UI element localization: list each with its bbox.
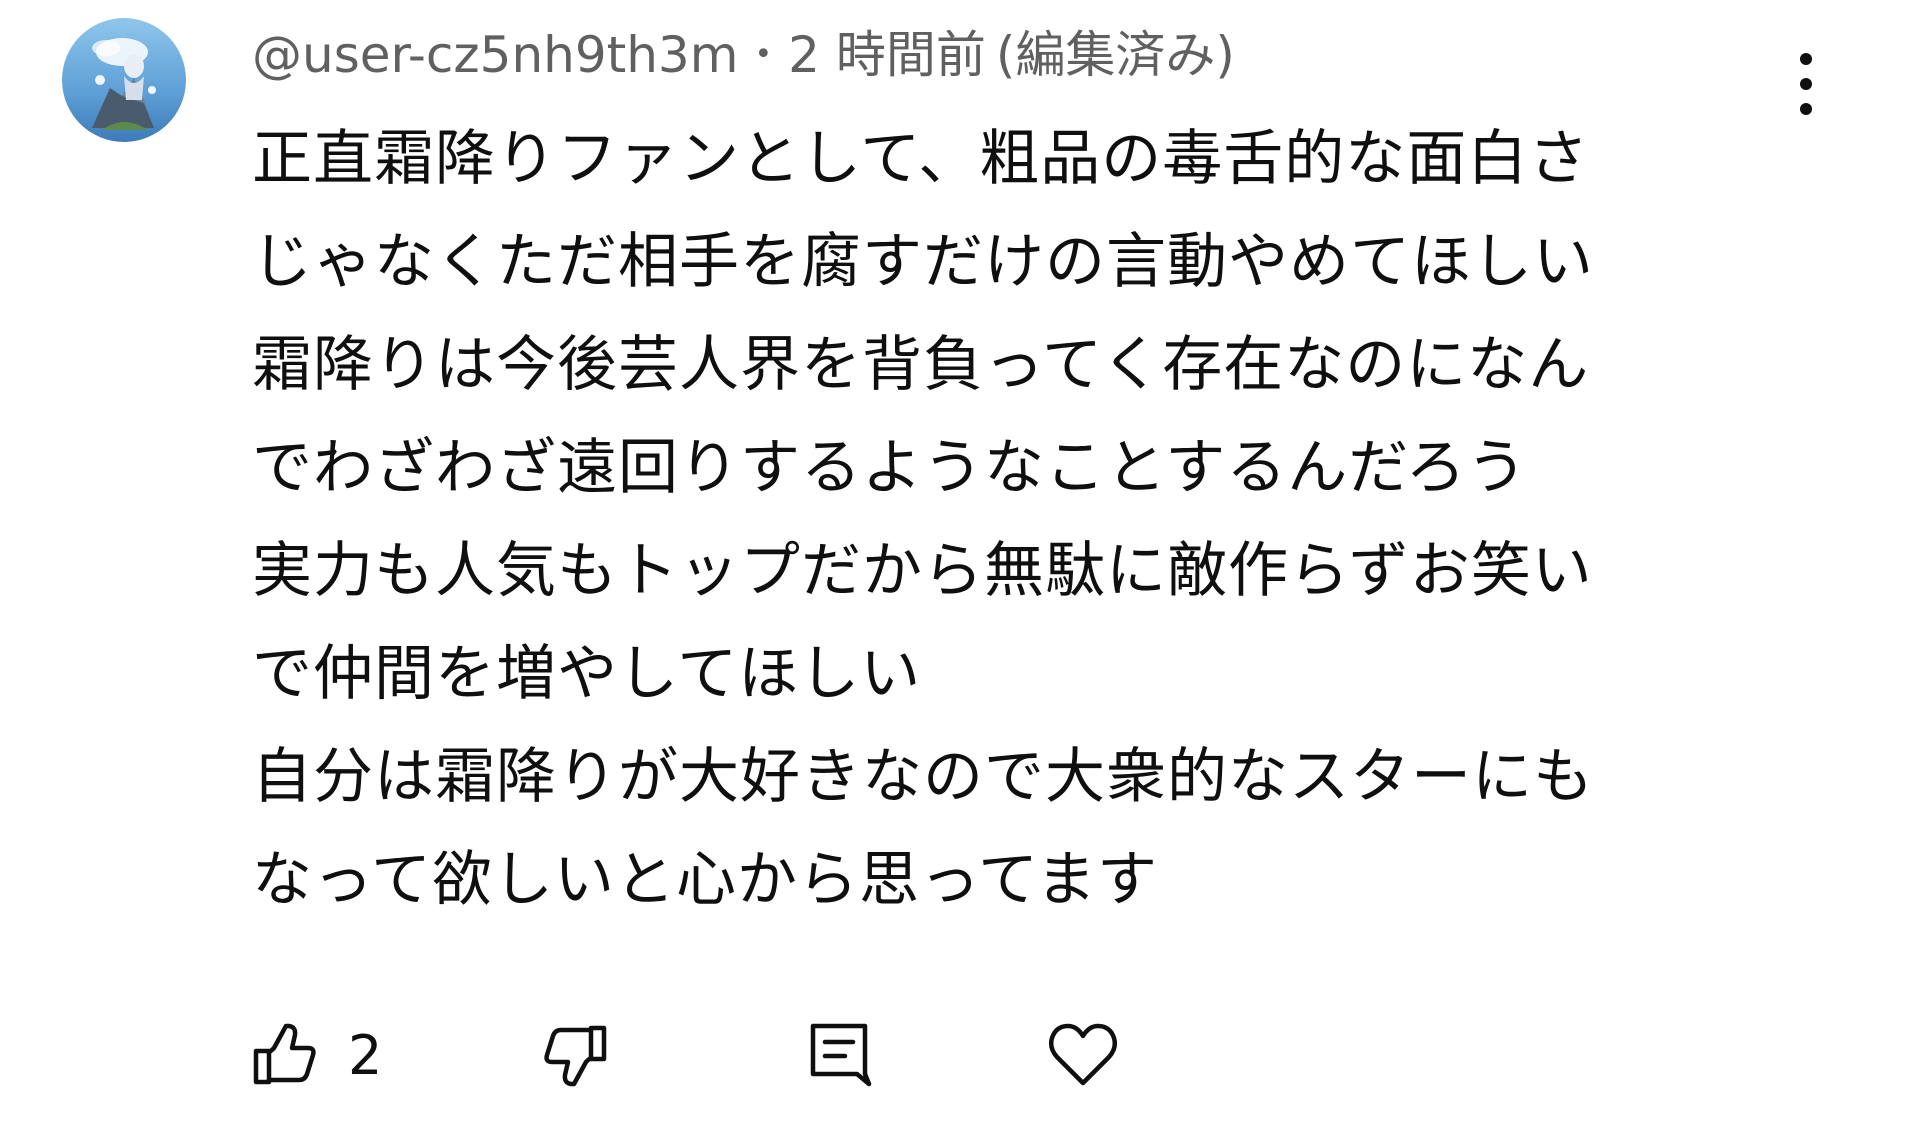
comment-line: 実力も人気もトップだから無駄に敵作らずお笑い [252,536,1593,606]
like-count: 2 [348,1023,383,1087]
heart-icon [1047,1021,1119,1089]
more-vert-icon-dot [1800,53,1812,65]
comment-text: 正直霜降りファンとして、粗品の毒舌的な面白さ じゃなくただ相手を腐すだけの言動や… [252,108,1782,932]
author-handle[interactable]: @user-cz5nh9th3m [252,22,738,88]
comment-line: じゃなくただ相手を腐すだけの言動やめてほしい [252,227,1594,297]
thumbs-down-icon [542,1022,608,1088]
reply-comment-icon [807,1020,873,1090]
comment-thread: @user-cz5nh9th3m • 2 時間前 (編集済み) 正直霜降りファン… [0,0,1920,1130]
reply-button[interactable] [807,1010,873,1100]
avatar[interactable] [62,18,186,142]
comment-line: で仲間を増やしてほしい [252,639,922,709]
thumbs-up-icon [252,1022,318,1088]
comment-line: でわざわざ遠回りするようなことするんだろう [252,433,1528,503]
dislike-button[interactable] [542,1010,608,1100]
comment-time[interactable]: 2 時間前 [788,22,986,88]
comment-line: 自分は霜降りが大好きなので大衆的なスターにも [252,742,1594,812]
comment-line: 霜降りは今後芸人界を背負ってく存在なのになん [252,330,1590,400]
comment-line: なって欲しいと心から思ってます [252,845,1158,915]
more-options-button[interactable] [1776,44,1836,124]
meta-separator: • [754,37,773,72]
comment-meta: @user-cz5nh9th3m • 2 時間前 (編集済み) [252,22,1235,88]
edited-label: (編集済み) [995,26,1235,84]
more-vert-icon-dot [1800,78,1812,90]
comment-actions: 2 [252,1010,1252,1100]
like-button[interactable]: 2 [252,1010,382,1100]
more-vert-icon-dot [1800,103,1812,115]
heart-button[interactable] [1047,1010,1119,1100]
comment-line: 正直霜降りファンとして、粗品の毒舌的な面白さ [252,124,1590,194]
